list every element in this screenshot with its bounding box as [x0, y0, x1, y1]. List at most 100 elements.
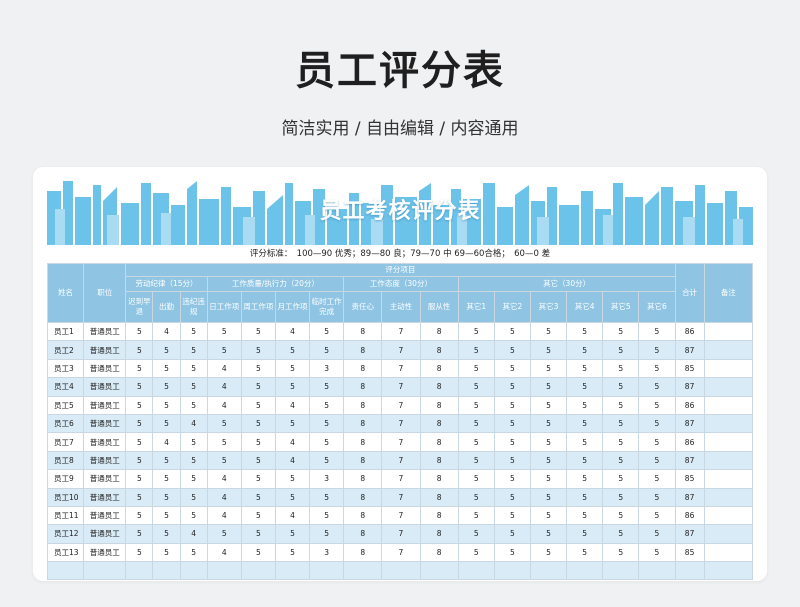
cell-score[interactable]: 5	[529, 377, 568, 397]
cell-score[interactable]: 5	[566, 505, 604, 526]
cell-total[interactable]: 85	[674, 542, 705, 563]
cell-score[interactable]: 7	[381, 450, 421, 471]
cell-score[interactable]: 4	[206, 487, 242, 507]
cell-score[interactable]: 8	[343, 450, 383, 471]
cell-score[interactable]: 5	[125, 358, 154, 379]
cell-score[interactable]: 5	[529, 321, 568, 342]
cell-name[interactable]: 员工10	[47, 487, 85, 507]
cell-score[interactable]: 5	[638, 395, 676, 415]
cell-score[interactable]: 5	[529, 432, 568, 452]
cell-score[interactable]: 4	[274, 432, 311, 452]
cell-score[interactable]: 5	[529, 358, 568, 379]
cell-score[interactable]: 5	[529, 542, 568, 563]
cell-score[interactable]: 5	[309, 432, 345, 452]
cell-score[interactable]: 4	[206, 469, 242, 489]
cell-score[interactable]: 5	[125, 377, 154, 397]
cell-score[interactable]: 7	[381, 469, 421, 489]
cell-position[interactable]: 普通员工	[83, 395, 127, 415]
cell-score[interactable]: 5	[240, 524, 276, 544]
cell-position[interactable]: 普通员工	[83, 487, 127, 507]
cell-score[interactable]: 8	[343, 340, 383, 360]
cell-score[interactable]: 5	[493, 321, 531, 342]
cell-score[interactable]: 5	[602, 450, 640, 471]
cell-score[interactable]: 4	[206, 395, 242, 415]
cell-score[interactable]: 5	[529, 487, 568, 507]
cell-score[interactable]: 5	[152, 377, 181, 397]
cell-score[interactable]: 7	[381, 413, 421, 434]
cell-score[interactable]: 5	[240, 413, 276, 434]
cell-score[interactable]: 5	[602, 487, 640, 507]
cell-score[interactable]: 5	[152, 358, 181, 379]
cell-score[interactable]: 5	[125, 542, 154, 563]
cell-score[interactable]: 5	[125, 505, 154, 526]
cell-score[interactable]: 5	[240, 395, 276, 415]
cell-score[interactable]: 7	[381, 358, 421, 379]
cell-score[interactable]: 8	[419, 358, 459, 379]
cell-score[interactable]: 4	[274, 395, 311, 415]
cell-score[interactable]: 5	[274, 487, 311, 507]
cell-score[interactable]: 5	[457, 505, 495, 526]
cell-score[interactable]: 5	[179, 340, 208, 360]
cell-score[interactable]	[602, 561, 640, 581]
cell-score[interactable]: 5	[529, 505, 568, 526]
cell-score[interactable]: 7	[381, 321, 421, 342]
cell-score[interactable]: 5	[206, 432, 242, 452]
cell-score[interactable]: 5	[125, 340, 154, 360]
cell-score[interactable]: 5	[206, 450, 242, 471]
cell-score[interactable]: 3	[309, 542, 345, 563]
cell-remark[interactable]	[703, 450, 753, 471]
cell-score[interactable]: 5	[309, 321, 345, 342]
cell-score[interactable]: 5	[529, 340, 568, 360]
cell-score[interactable]: 5	[125, 487, 154, 507]
cell-score[interactable]: 5	[457, 542, 495, 563]
cell-score[interactable]: 5	[457, 395, 495, 415]
cell-score[interactable]: 5	[152, 413, 181, 434]
cell-score[interactable]: 5	[457, 340, 495, 360]
cell-score[interactable]	[309, 561, 345, 581]
cell-remark[interactable]	[703, 524, 753, 544]
cell-score[interactable]	[343, 561, 383, 581]
cell-position[interactable]: 普通员工	[83, 469, 127, 489]
cell-score[interactable]: 8	[343, 377, 383, 397]
cell-score[interactable]: 5	[602, 413, 640, 434]
cell-score[interactable]: 5	[602, 321, 640, 342]
cell-score[interactable]: 5	[274, 377, 311, 397]
cell-score[interactable]: 5	[179, 487, 208, 507]
cell-score[interactable]	[419, 561, 459, 581]
cell-score[interactable]	[179, 561, 208, 581]
cell-score[interactable]: 5	[638, 321, 676, 342]
cell-score[interactable]: 4	[206, 358, 242, 379]
cell-position[interactable]: 普通员工	[83, 542, 127, 563]
cell-score[interactable]: 5	[240, 469, 276, 489]
cell-remark[interactable]	[703, 542, 753, 563]
cell-score[interactable]	[381, 561, 421, 581]
cell-score[interactable]	[152, 561, 181, 581]
cell-score[interactable]: 7	[381, 395, 421, 415]
cell-score[interactable]: 7	[381, 505, 421, 526]
cell-remark[interactable]	[703, 377, 753, 397]
cell-score[interactable]: 5	[206, 413, 242, 434]
cell-score[interactable]: 5	[457, 524, 495, 544]
cell-position[interactable]: 普通员工	[83, 450, 127, 471]
cell-score[interactable]: 5	[206, 321, 242, 342]
cell-total[interactable]: 87	[674, 413, 705, 434]
cell-total[interactable]: 86	[674, 432, 705, 452]
cell-score[interactable]: 5	[457, 450, 495, 471]
cell-score[interactable]: 5	[457, 377, 495, 397]
cell-position[interactable]: 普通员工	[83, 340, 127, 360]
cell-score[interactable]: 8	[419, 340, 459, 360]
cell-score[interactable]: 5	[152, 505, 181, 526]
cell-score[interactable]: 5	[493, 395, 531, 415]
cell-score[interactable]: 5	[457, 487, 495, 507]
cell-remark[interactable]	[703, 340, 753, 360]
cell-score[interactable]: 5	[529, 450, 568, 471]
cell-score[interactable]: 8	[419, 505, 459, 526]
cell-score[interactable]: 4	[179, 413, 208, 434]
cell-score[interactable]: 4	[274, 505, 311, 526]
cell-score[interactable]: 5	[240, 321, 276, 342]
cell-score[interactable]: 8	[419, 487, 459, 507]
cell-score[interactable]: 5	[602, 358, 640, 379]
cell-score[interactable]: 5	[493, 432, 531, 452]
cell-score[interactable]: 5	[457, 413, 495, 434]
cell-score[interactable]: 5	[457, 358, 495, 379]
